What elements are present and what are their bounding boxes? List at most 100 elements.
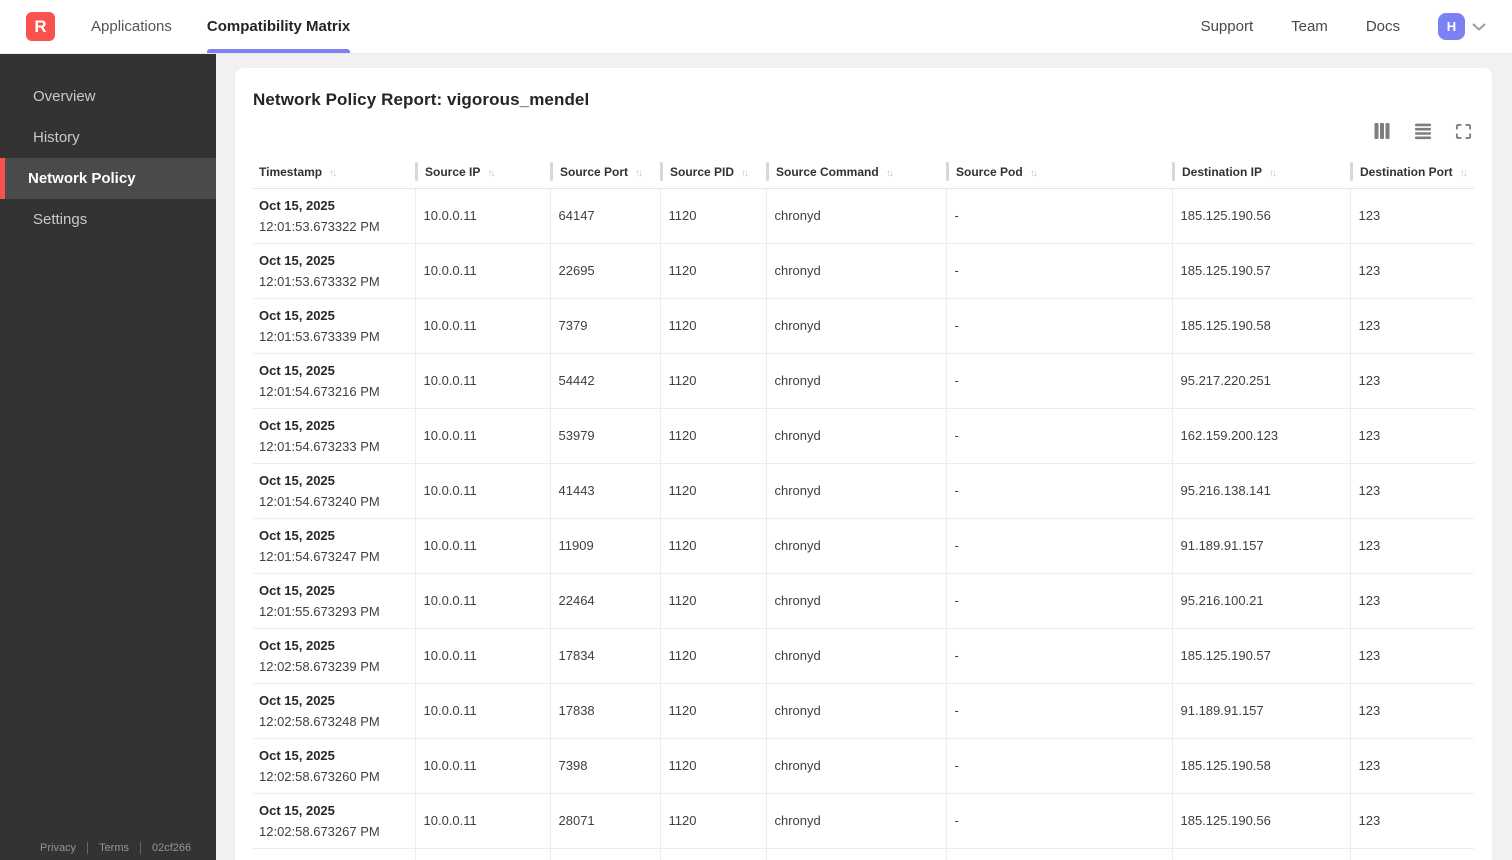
app-logo[interactable]: R: [26, 12, 55, 41]
nav-tab-compatibility-matrix[interactable]: Compatibility Matrix: [206, 0, 351, 53]
cell-source_pod: -: [945, 463, 1172, 519]
sort-icon[interactable]: ↑↓: [1460, 168, 1468, 179]
cell-timestamp: Oct 15, 2025 12:01:54.673216 PM: [253, 353, 415, 409]
column-resize-handle[interactable]: [660, 162, 663, 181]
column-view-button[interactable]: [1371, 120, 1393, 142]
timestamp-date: Oct 15, 2025: [259, 637, 335, 653]
cell-source_pid: 1120: [659, 188, 766, 244]
column-header-source_ip[interactable]: Source IP ↑↓: [415, 160, 550, 189]
nav-link-docs[interactable]: Docs: [1366, 18, 1400, 35]
avatar[interactable]: H: [1438, 13, 1465, 40]
cell-destination_ip: 185.125.190.58: [1171, 298, 1350, 354]
cell-source_port: 17838: [549, 683, 660, 739]
cell-source_ip: 10.0.0.11: [414, 793, 550, 849]
timestamp-date: Oct 15, 2025: [259, 362, 335, 378]
nav-tab-applications[interactable]: Applications: [91, 0, 172, 53]
cell-source_port: 17834: [549, 628, 660, 684]
timestamp-date: Oct 15, 2025: [259, 472, 335, 488]
column-resize-handle[interactable]: [550, 162, 553, 181]
app-logo-letter: R: [34, 16, 47, 36]
timestamp-date: Oct 15, 2025: [259, 252, 335, 268]
column-header-destination_port[interactable]: Destination Port ↑↓: [1350, 160, 1474, 189]
cell-source_command: chronyd: [765, 408, 946, 464]
terms-link[interactable]: Terms: [99, 842, 129, 854]
cell-timestamp: Oct 15, 2025 12:01:53.673322 PM: [253, 188, 415, 244]
cell-source_pod: -: [945, 573, 1172, 629]
column-header-source_pid[interactable]: Source PID ↑↓: [660, 160, 766, 189]
privacy-link[interactable]: Privacy: [40, 842, 76, 854]
cell-destination_port: 123: [1349, 518, 1474, 574]
network-policy-table: Timestamp ↑↓ Source IP ↑↓ Source Port ↑↓ Sourc…: [253, 160, 1474, 860]
timestamp-time: 12:01:53.673339 PM: [259, 328, 380, 344]
sort-icon[interactable]: ↑↓: [1030, 168, 1038, 179]
cell-source_pod: -: [945, 793, 1172, 849]
sort-icon[interactable]: ↑↓: [635, 168, 643, 179]
rows-icon: [1415, 123, 1431, 140]
sort-icon[interactable]: ↑↓: [741, 168, 749, 179]
cell-source_command: chronyd: [765, 243, 946, 299]
sort-icon[interactable]: ↑↓: [329, 168, 337, 179]
cell-timestamp: Oct 15, 2025 12:01:53.673332 PM: [253, 243, 415, 299]
build-id: 02cf266: [152, 842, 192, 854]
cell-source_ip: 10.0.0.11: [414, 573, 550, 629]
cell-source_port: 28071: [549, 793, 660, 849]
column-resize-handle[interactable]: [946, 162, 949, 181]
cell-destination_port: 123: [1349, 408, 1474, 464]
table-row: Oct 15, 2025 12:02:58.673239 PM 10.0.0.11 1…: [253, 628, 1474, 684]
chevron-down-icon[interactable]: [1472, 23, 1486, 31]
footer-divider: [87, 842, 89, 854]
timestamp-time: 12:01:54.673233 PM: [259, 438, 380, 454]
timestamp-date: Oct 15, 2025: [259, 582, 335, 598]
cell-source_ip: 10.0.0.11: [414, 408, 550, 464]
cell-destination_ip: 91.189.91.157: [1171, 518, 1350, 574]
sidebar-item-overview[interactable]: Overview: [0, 76, 216, 117]
report-card: Network Policy Report: vigorous_mendel T…: [235, 68, 1492, 860]
table-header-row: Timestamp ↑↓ Source IP ↑↓ Source Port ↑↓ Sourc…: [253, 160, 1474, 189]
column-header-source_pod[interactable]: Source Pod ↑↓: [946, 160, 1172, 189]
column-header-source_command[interactable]: Source Command ↑↓: [766, 160, 946, 189]
table-row: Oct 15, 2025 12:01:53.673339 PM 10.0.0.11 7…: [253, 298, 1474, 354]
table-row: Oct 15, 2025 12:01:54.673233 PM 10.0.0.11 5…: [253, 408, 1474, 464]
column-label: Destination IP: [1182, 164, 1263, 179]
sidebar: Overview History Network Policy Settings…: [0, 54, 216, 860]
cell-source_port: 7379: [549, 298, 660, 354]
cell-source_pod: -: [945, 298, 1172, 354]
table-row: Oct 15, 2025 12:01:55.673293 PM 10.0.0.11 2…: [253, 573, 1474, 629]
nav-link-team[interactable]: Team: [1291, 18, 1328, 35]
cell-source_command: chronyd: [765, 628, 946, 684]
cell-destination_ip: 95.216.138.141: [1171, 463, 1350, 519]
cell-destination_port: 123: [1349, 738, 1474, 794]
column-resize-handle[interactable]: [1350, 162, 1353, 181]
cell-source_ip: 10.0.0.11: [414, 518, 550, 574]
column-resize-handle[interactable]: [1172, 162, 1175, 181]
nav-link-support[interactable]: Support: [1201, 18, 1254, 35]
main-content: Network Policy Report: vigorous_mendel T…: [216, 54, 1512, 860]
column-resize-handle[interactable]: [766, 162, 769, 181]
sidebar-item-settings[interactable]: Settings: [0, 199, 216, 240]
table-row: Oct 15, 2025 12:01:53.673332 PM 10.0.0.11 2…: [253, 243, 1474, 299]
cell-destination_ip: 185.125.190.57: [1171, 243, 1350, 299]
table-container: Timestamp ↑↓ Source IP ↑↓ Source Port ↑↓ Sourc…: [253, 160, 1474, 860]
column-label: Source Pod: [956, 164, 1023, 179]
table-row: Oct 15, 2025 12:02:58.673248 PM 10.0.0.11 1…: [253, 683, 1474, 739]
sort-icon[interactable]: ↑↓: [886, 168, 894, 179]
cell-source_pod: -: [945, 243, 1172, 299]
cell-source_port: 22464: [549, 573, 660, 629]
column-header-timestamp[interactable]: Timestamp ↑↓: [253, 160, 415, 189]
row-view-button[interactable]: [1412, 120, 1434, 142]
cell-source_command: chronyd: [765, 518, 946, 574]
cell-source_ip: [414, 848, 550, 860]
column-header-destination_ip[interactable]: Destination IP ↑↓: [1172, 160, 1350, 189]
timestamp-date: Oct 15, 2025: [259, 527, 335, 543]
sidebar-item-network-policy[interactable]: Network Policy: [0, 158, 216, 199]
fullscreen-button[interactable]: [1453, 121, 1474, 142]
top-navbar: R Applications Compatibility Matrix Supp…: [0, 0, 1512, 54]
user-menu[interactable]: H: [1438, 13, 1486, 40]
cell-source_port: 54442: [549, 353, 660, 409]
column-header-source_port[interactable]: Source Port ↑↓: [550, 160, 660, 189]
sort-icon[interactable]: ↑↓: [1269, 168, 1277, 179]
sort-icon[interactable]: ↑↓: [487, 168, 495, 179]
column-resize-handle[interactable]: [415, 162, 418, 181]
cell-destination_port: 123: [1349, 298, 1474, 354]
sidebar-item-history[interactable]: History: [0, 117, 216, 158]
